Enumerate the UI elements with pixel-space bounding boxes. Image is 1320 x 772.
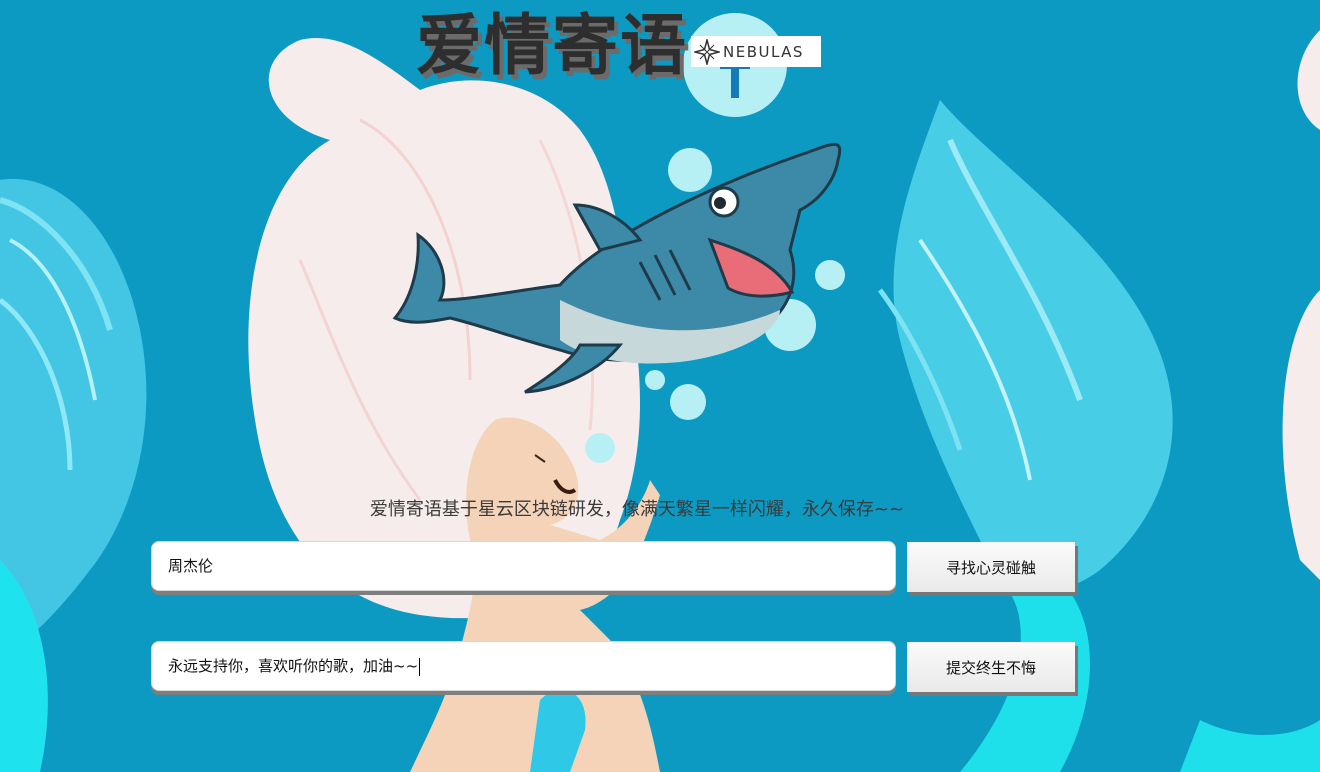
subtitle: 爱情寄语基于星云区块链研发，像满天繁星一样闪耀，永久保存~~: [369, 499, 905, 520]
search-input[interactable]: 周杰伦: [151, 541, 896, 591]
nebulas-star-icon: [694, 38, 720, 65]
nebulas-logo-text: NEBULAS: [723, 42, 804, 61]
text-caret: [419, 657, 421, 676]
message-input-value: 永远支持你，喜欢听你的歌，加油~~: [168, 657, 419, 675]
search-input-value: 周杰伦: [168, 557, 214, 575]
page-title: 爱情寄语: [416, 7, 688, 84]
nebulas-logo[interactable]: NEBULAS: [691, 36, 821, 67]
submit-button[interactable]: 提交终生不悔: [907, 642, 1075, 692]
search-button[interactable]: 寻找心灵碰触: [907, 542, 1075, 592]
message-input[interactable]: 永远支持你，喜欢听你的歌，加油~~: [151, 641, 896, 691]
left-mermaid-tail: [0, 178, 147, 772]
